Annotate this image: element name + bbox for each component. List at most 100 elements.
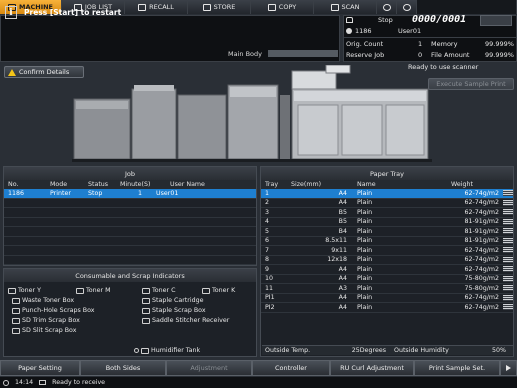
controller-button[interactable]: Controller bbox=[252, 360, 330, 376]
toner-y-label: Toner Y bbox=[18, 287, 41, 294]
job-row-empty bbox=[4, 199, 256, 208]
job-row-empty bbox=[4, 218, 256, 227]
tray-number: 3 bbox=[265, 208, 270, 216]
tab-store[interactable]: STORE bbox=[188, 0, 251, 14]
tab-language[interactable] bbox=[377, 0, 397, 14]
tray-weight: 81-91g/m2 bbox=[464, 237, 499, 245]
saddle-stitcher-indicator: Saddle Stitcher Receiver bbox=[142, 317, 229, 324]
status-time: 14:14 bbox=[15, 379, 34, 386]
main-body-progress bbox=[268, 50, 338, 57]
tab-scan-label: SCAN bbox=[341, 3, 360, 11]
tray-number: 6 bbox=[265, 237, 270, 245]
paper-level-icon bbox=[503, 190, 513, 197]
tray-row[interactable]: 11 A3 Plain 75-80g/m2 bbox=[261, 284, 513, 294]
toner-icon bbox=[202, 287, 210, 294]
tray-row[interactable]: 9 A4 Plain 62-74g/m2 bbox=[261, 265, 513, 275]
tray-weight: 62-74g/m2 bbox=[464, 199, 499, 207]
tab-store-label: STORE bbox=[213, 3, 236, 11]
paper-tray-panel: Paper Tray Tray Size(mm) Name Weight 1 A4… bbox=[260, 166, 514, 357]
tray-row[interactable]: 7 9x11 Plain 62-74g/m2 bbox=[261, 246, 513, 256]
job-row-empty bbox=[4, 256, 256, 265]
reserve-job-label: Reserve Job bbox=[346, 51, 385, 59]
tray-weight: 62-74g/m2 bbox=[464, 303, 499, 311]
tray-row[interactable]: PI2 A4 Plain 62-74g/m2 bbox=[261, 303, 513, 313]
tray-col-name: Name bbox=[357, 181, 376, 188]
tray-col-size: Size(mm) bbox=[291, 181, 322, 188]
orig-count-label: Orig. Count bbox=[346, 40, 384, 48]
paper-level-icon bbox=[503, 256, 513, 263]
outside-temp-value: 25Degrees bbox=[351, 347, 386, 354]
tray-paper-name: Plain bbox=[357, 275, 373, 283]
toner-icon bbox=[142, 287, 150, 294]
paper-level-icon bbox=[503, 218, 513, 225]
tray-size: A4 bbox=[338, 275, 347, 283]
tab-power[interactable] bbox=[397, 0, 417, 14]
tray-row[interactable]: 4 B5 Plain 81-91g/m2 bbox=[261, 218, 513, 227]
job-col-mode: Mode bbox=[50, 181, 68, 188]
print-sample-set-button[interactable]: Print Sample Set. bbox=[414, 360, 500, 376]
tray-weight: 62-74g/m2 bbox=[464, 265, 499, 273]
tab-copy-label: COPY bbox=[278, 3, 297, 11]
job-row-status: Stop bbox=[88, 189, 103, 197]
tray-row[interactable]: 2 A4 Plain 62-74g/m2 bbox=[261, 199, 513, 208]
both-sides-button[interactable]: Both Sides bbox=[80, 360, 166, 376]
file-amount-value: 99.999% bbox=[485, 51, 514, 59]
memory-value: 99.999% bbox=[485, 40, 514, 48]
saddle-icon bbox=[142, 317, 150, 324]
tab-spacer bbox=[417, 0, 517, 14]
toner-m-label: Toner M bbox=[86, 287, 111, 294]
job-col-minute: Minute(S) bbox=[120, 181, 151, 188]
tray-size: A4 bbox=[338, 294, 347, 302]
user-name: User01 bbox=[398, 27, 422, 35]
next-page-button[interactable] bbox=[500, 360, 517, 376]
tray-weight: 81-91g/m2 bbox=[464, 227, 499, 235]
job-row[interactable]: 1186 Printer Stop 1 User01 bbox=[4, 189, 256, 199]
job-row-minute: 1 bbox=[137, 189, 142, 197]
sd-slit-indicator: SD Slit Scrap Box bbox=[12, 327, 76, 334]
tray-row[interactable]: 5 B4 Plain 81-91g/m2 bbox=[261, 227, 513, 237]
tray-paper-name: Plain bbox=[357, 284, 373, 292]
tray-number: PI1 bbox=[265, 294, 275, 302]
job-row-empty bbox=[4, 227, 256, 237]
tray-col-weight: Weight bbox=[451, 181, 473, 188]
toner-c-indicator: Toner C bbox=[142, 287, 175, 294]
tray-row[interactable]: PI1 A4 Plain 62-74g/m2 bbox=[261, 294, 513, 303]
memory-label: Memory bbox=[431, 40, 458, 48]
tray-number: 10 bbox=[265, 275, 274, 283]
tray-row[interactable]: 8 12x18 Plain 62-74g/m2 bbox=[261, 256, 513, 265]
adjustment-button[interactable]: Adjustment bbox=[166, 360, 252, 376]
tray-size: 12x18 bbox=[327, 256, 347, 264]
execute-sample-print-button[interactable]: Execute Sample Print bbox=[428, 78, 514, 90]
tray-row[interactable]: 6 8.5x11 Plain 81-91g/m2 bbox=[261, 237, 513, 246]
tray-paper-name: Plain bbox=[357, 189, 373, 197]
tab-scan[interactable]: SCAN bbox=[314, 0, 377, 14]
punch-icon bbox=[12, 307, 20, 314]
ru-curl-adjustment-button[interactable]: RU Curl Adjustment bbox=[330, 360, 414, 376]
paper-level-icon bbox=[503, 247, 513, 254]
copy-icon bbox=[267, 3, 276, 11]
tray-row[interactable]: 10 A4 Plain 75-80g/m2 bbox=[261, 275, 513, 284]
counter-detail-button[interactable] bbox=[480, 15, 512, 26]
tray-row[interactable]: 3 B5 Plain 62-74g/m2 bbox=[261, 208, 513, 218]
tab-copy[interactable]: COPY bbox=[251, 0, 314, 14]
output-counter: 0000/0001 bbox=[412, 14, 467, 25]
tray-weight: 62-74g/m2 bbox=[464, 208, 499, 216]
tray-paper-name: Plain bbox=[357, 246, 373, 254]
outside-humidity-label: Outside Humidity bbox=[394, 347, 449, 354]
tray-weight: 75-80g/m2 bbox=[464, 284, 499, 292]
tab-recall-label: RECALL bbox=[149, 3, 174, 11]
staple-scrap-label: Staple Scrap Box bbox=[152, 307, 206, 314]
status-dot-icon bbox=[134, 348, 139, 353]
paper-setting-button[interactable]: Paper Setting bbox=[0, 360, 80, 376]
message-text: Press [Start] to restart bbox=[24, 8, 122, 17]
tray-weight: 75-80g/m2 bbox=[464, 275, 499, 283]
consumables-panel-title: Consumable and Scrap Indicators bbox=[4, 269, 256, 282]
paper-level-icon bbox=[503, 199, 513, 206]
tray-row[interactable]: 1 A4 Plain 62-74g/m2 bbox=[261, 189, 513, 199]
waste-toner-icon bbox=[12, 297, 20, 304]
tray-number: 5 bbox=[265, 227, 270, 235]
tray-size: A3 bbox=[338, 284, 347, 292]
tray-size: B5 bbox=[338, 218, 347, 226]
divider bbox=[344, 37, 516, 38]
tab-recall[interactable]: RECALL bbox=[125, 0, 188, 14]
